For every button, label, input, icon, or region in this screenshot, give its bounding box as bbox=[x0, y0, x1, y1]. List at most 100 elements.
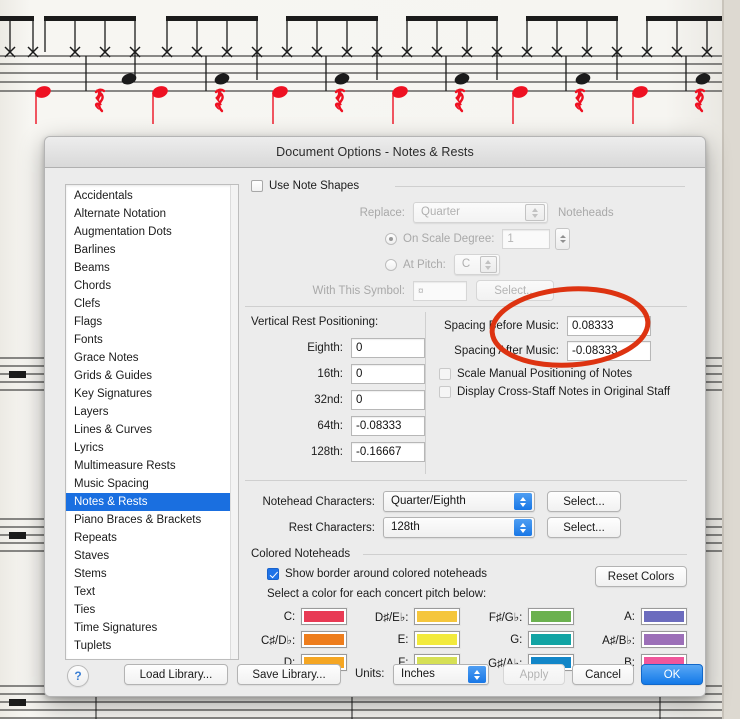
select-color-instruction: Select a color for each concert pitch be… bbox=[267, 588, 487, 600]
with-this-symbol-select-button[interactable]: Select... bbox=[476, 280, 554, 301]
spacing-before-row: Spacing Before Music: 0.08333 bbox=[437, 316, 651, 336]
scale-manual-positioning-row[interactable]: Scale Manual Positioning of Notes bbox=[439, 368, 632, 380]
spacing-before-field[interactable]: 0.08333 bbox=[567, 316, 651, 336]
show-border-row[interactable]: Show border around colored noteheads bbox=[267, 568, 487, 580]
sidebar-item-chords[interactable]: Chords bbox=[66, 277, 238, 295]
at-pitch-row[interactable]: At Pitch: C bbox=[385, 254, 500, 275]
sidebar-item-stems[interactable]: Stems bbox=[66, 565, 238, 583]
category-list-scrollbar[interactable] bbox=[230, 185, 238, 659]
color-swatch-button[interactable] bbox=[640, 631, 687, 648]
cross-staff-checkbox[interactable] bbox=[439, 386, 451, 398]
rest-position-field[interactable]: 0 bbox=[351, 364, 425, 384]
help-label: ? bbox=[74, 669, 82, 683]
rest-position-label: 128th: bbox=[311, 446, 343, 458]
sidebar-item-multimeasure-rests[interactable]: Multimeasure Rests bbox=[66, 457, 238, 475]
sidebar-item-fonts[interactable]: Fonts bbox=[66, 331, 238, 349]
sidebar-item-grace-notes[interactable]: Grace Notes bbox=[66, 349, 238, 367]
color-swatch-button[interactable] bbox=[301, 631, 348, 648]
use-note-shapes-checkbox[interactable] bbox=[251, 180, 263, 192]
rest-position-field[interactable]: -0.08333 bbox=[351, 416, 425, 436]
replace-row: Replace: Quarter Noteheads bbox=[297, 202, 697, 223]
color-swatch-button[interactable] bbox=[414, 631, 461, 648]
sidebar-item-beams[interactable]: Beams bbox=[66, 259, 238, 277]
color-swatch-cell: D♯/E♭: bbox=[375, 608, 461, 625]
notehead-characters-label: Notehead Characters: bbox=[262, 495, 375, 508]
spacing-after-field[interactable]: -0.08333 bbox=[567, 341, 651, 361]
with-this-symbol-label: With This Symbol: bbox=[312, 284, 405, 297]
save-library-button[interactable]: Save Library... bbox=[237, 664, 341, 685]
ok-button[interactable]: OK bbox=[641, 664, 703, 685]
reset-colors-button[interactable]: Reset Colors bbox=[595, 566, 687, 587]
chevron-updown-icon bbox=[514, 519, 532, 536]
color-swatch-button[interactable] bbox=[301, 608, 348, 625]
sidebar-item-music-spacing[interactable]: Music Spacing bbox=[66, 475, 238, 493]
cross-staff-row[interactable]: Display Cross-Staff Notes in Original St… bbox=[439, 386, 670, 398]
rest-characters-select-button[interactable]: Select... bbox=[547, 517, 621, 538]
sidebar-item-grids-guides[interactable]: Grids & Guides bbox=[66, 367, 238, 385]
rest-position-row: Eighth: 0 bbox=[251, 338, 425, 358]
rest-characters-row: Rest Characters: 128th Select... bbox=[251, 517, 621, 538]
pitch-label: A: bbox=[624, 610, 635, 623]
color-swatch-button[interactable] bbox=[528, 608, 575, 625]
color-swatch-button[interactable] bbox=[414, 608, 461, 625]
units-label: Units: bbox=[355, 668, 385, 680]
notehead-characters-row: Notehead Characters: Quarter/Eighth Sele… bbox=[251, 491, 621, 512]
sidebar-item-clefs[interactable]: Clefs bbox=[66, 295, 238, 313]
scale-manual-positioning-checkbox[interactable] bbox=[439, 368, 451, 380]
rest-position-field[interactable]: 0 bbox=[351, 390, 425, 410]
options-pane: Use Note Shapes Replace: Quarter Notehea… bbox=[245, 180, 687, 671]
sidebar-item-text[interactable]: Text bbox=[66, 583, 238, 601]
on-scale-degree-row[interactable]: On Scale Degree: 1 bbox=[385, 228, 571, 250]
color-swatch-fill bbox=[417, 634, 458, 645]
rest-characters-popup[interactable]: 128th bbox=[383, 517, 535, 538]
sidebar-item-tuplets[interactable]: Tuplets bbox=[66, 637, 238, 655]
rest-position-field[interactable]: 0 bbox=[351, 338, 425, 358]
on-scale-degree-field[interactable]: 1 bbox=[502, 229, 551, 249]
sidebar-item-notes-rests[interactable]: Notes & Rests bbox=[66, 493, 238, 511]
notehead-characters-popup[interactable]: Quarter/Eighth bbox=[383, 491, 535, 512]
at-pitch-popup-value: C bbox=[461, 258, 471, 270]
rest-position-row: 128th: -0.16667 bbox=[251, 442, 425, 462]
sidebar-item-repeats[interactable]: Repeats bbox=[66, 529, 238, 547]
rest-position-field[interactable]: -0.16667 bbox=[351, 442, 425, 462]
sidebar-item-staves[interactable]: Staves bbox=[66, 547, 238, 565]
sidebar-item-accidentals[interactable]: Accidentals bbox=[66, 187, 238, 205]
use-note-shapes-checkbox-row[interactable]: Use Note Shapes bbox=[251, 180, 359, 192]
color-swatch-button[interactable] bbox=[640, 608, 687, 625]
help-icon[interactable]: ? bbox=[67, 665, 89, 687]
sidebar-item-key-signatures[interactable]: Key Signatures bbox=[66, 385, 238, 403]
replace-label: Replace: bbox=[359, 206, 405, 219]
units-popup[interactable]: Inches bbox=[393, 664, 489, 685]
cancel-button[interactable]: Cancel bbox=[572, 664, 634, 685]
sidebar-item-lines-curves[interactable]: Lines & Curves bbox=[66, 421, 238, 439]
color-swatch-cell: A: bbox=[602, 608, 687, 625]
sidebar-item-alternate-notation[interactable]: Alternate Notation bbox=[66, 205, 238, 223]
at-pitch-radio[interactable] bbox=[385, 258, 397, 271]
replace-popup[interactable]: Quarter bbox=[413, 202, 548, 223]
section-divider-1 bbox=[245, 306, 687, 307]
show-border-checkbox[interactable] bbox=[267, 568, 279, 580]
category-list[interactable]: Accidentals Alternate Notation Augmentatio… bbox=[65, 184, 239, 660]
sidebar-item-barlines[interactable]: Barlines bbox=[66, 241, 238, 259]
units-popup-value: Inches bbox=[401, 668, 435, 680]
sidebar-item-ties[interactable]: Ties bbox=[66, 601, 238, 619]
with-this-symbol-field[interactable]: ¤ bbox=[413, 280, 467, 301]
color-swatch-fill bbox=[531, 611, 572, 622]
sidebar-item-layers[interactable]: Layers bbox=[66, 403, 238, 421]
sidebar-item-lyrics[interactable]: Lyrics bbox=[66, 439, 238, 457]
pitch-label: E: bbox=[397, 633, 409, 646]
sidebar-item-augmentation-dots[interactable]: Augmentation Dots bbox=[66, 223, 238, 241]
at-pitch-popup[interactable]: C bbox=[453, 254, 500, 275]
load-library-button[interactable]: Load Library... bbox=[124, 664, 228, 685]
dialog-body: Accidentals Alternate Notation Augmentatio… bbox=[45, 168, 705, 696]
color-swatch-button[interactable] bbox=[528, 631, 575, 648]
sidebar-item-time-signatures[interactable]: Time Signatures bbox=[66, 619, 238, 637]
category-list-items: Accidentals Alternate Notation Augmentatio… bbox=[66, 185, 238, 655]
apply-button[interactable]: Apply bbox=[503, 664, 565, 685]
on-scale-degree-radio[interactable] bbox=[385, 233, 397, 245]
vertical-rest-positioning-label: Vertical Rest Positioning: bbox=[251, 316, 379, 328]
sidebar-item-flags[interactable]: Flags bbox=[66, 313, 238, 331]
notehead-characters-select-button[interactable]: Select... bbox=[547, 491, 621, 512]
on-scale-degree-stepper[interactable] bbox=[555, 228, 571, 250]
sidebar-item-piano-braces-brackets[interactable]: Piano Braces & Brackets bbox=[66, 511, 238, 529]
